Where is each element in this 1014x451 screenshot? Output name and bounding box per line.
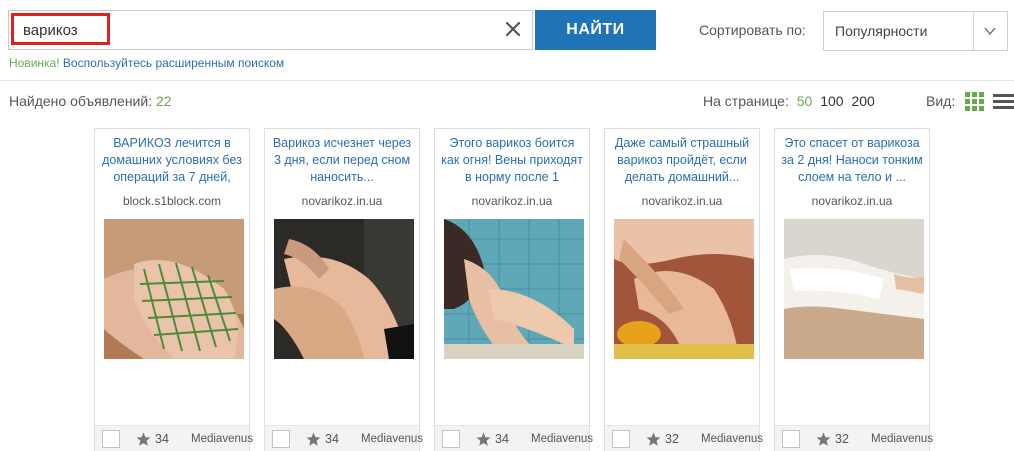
ad-card-domain: novarikoz.in.ua bbox=[301, 194, 383, 208]
sort-selected-value: Популярности bbox=[835, 23, 928, 39]
ad-card: Варикоз исчезнет через 3 дня, если перед… bbox=[264, 128, 423, 451]
chevron-down-icon[interactable] bbox=[983, 25, 997, 37]
grid-view-icon[interactable] bbox=[965, 92, 984, 111]
ad-card-title[interactable]: Это спасет от варикоза за 2 дня! Наноси … bbox=[779, 135, 925, 186]
per-page-option-200[interactable]: 200 bbox=[851, 93, 874, 109]
ad-card-checkbox[interactable] bbox=[782, 430, 800, 448]
ad-card-footer: 34 Mediavenus bbox=[435, 425, 593, 451]
view-label: Вид: bbox=[926, 93, 956, 109]
ad-card-rating: 34 bbox=[155, 432, 169, 446]
per-page-option-100[interactable]: 100 bbox=[820, 93, 843, 109]
ad-card-rating: 34 bbox=[325, 432, 339, 446]
results-count-value: 22 bbox=[155, 93, 172, 109]
search-box bbox=[8, 10, 533, 50]
sort-select[interactable]: Популярности bbox=[823, 11, 1008, 51]
per-page-option-50[interactable]: 50 bbox=[797, 93, 813, 109]
divider bbox=[0, 80, 1014, 81]
ad-card-rating: 32 bbox=[665, 432, 679, 446]
list-view-icon[interactable] bbox=[993, 94, 1014, 110]
sort-divider bbox=[973, 12, 974, 50]
ad-card-author: Mediavenus bbox=[871, 433, 934, 445]
clear-icon[interactable] bbox=[504, 20, 522, 38]
star-icon[interactable] bbox=[646, 432, 661, 447]
ad-card-author: Mediavenus bbox=[701, 433, 764, 445]
ad-card: Это спасет от варикоза за 2 дня! Наноси … bbox=[774, 128, 933, 451]
ad-card-author: Mediavenus bbox=[361, 433, 424, 445]
ad-card: ВАРИКОЗ лечится в домашних условиях без … bbox=[94, 128, 253, 451]
ad-card-author: Mediavenus bbox=[191, 433, 254, 445]
ad-card-image[interactable] bbox=[104, 219, 244, 359]
ad-card-domain: novarikoz.in.ua bbox=[641, 194, 723, 208]
ad-card-footer: 34 Mediavenus bbox=[95, 425, 253, 451]
ad-card-title[interactable]: ВАРИКОЗ лечится в домашних условиях без … bbox=[99, 135, 245, 186]
ad-card-footer: 32 Mediavenus bbox=[605, 425, 763, 451]
ad-card-image[interactable] bbox=[444, 219, 584, 359]
ad-card-title[interactable]: Даже самый страшный варикоз пройдёт, есл… bbox=[609, 135, 755, 186]
ad-card-checkbox[interactable] bbox=[102, 430, 120, 448]
ad-card-title[interactable]: Этого варикоз боится как огня! Вены прих… bbox=[439, 135, 585, 186]
ad-card-domain: block.s1block.com bbox=[122, 194, 222, 208]
star-icon[interactable] bbox=[306, 432, 321, 447]
star-icon[interactable] bbox=[476, 432, 491, 447]
ad-card-rating: 32 bbox=[835, 432, 849, 446]
ad-card: Этого варикоз боится как огня! Вены прих… bbox=[434, 128, 593, 451]
ad-card-rating: 34 bbox=[495, 432, 509, 446]
ad-card-image[interactable] bbox=[614, 219, 754, 359]
sort-label: Сортировать по: bbox=[699, 22, 806, 38]
star-icon[interactable] bbox=[816, 432, 831, 447]
advanced-search-link[interactable]: Воспользуйтесь расширенным поиском bbox=[63, 56, 284, 70]
results-count-label: Найдено объявлений: bbox=[9, 93, 153, 109]
ad-card-image[interactable] bbox=[784, 219, 924, 359]
star-icon[interactable] bbox=[136, 432, 151, 447]
ad-card-domain: novarikoz.in.ua bbox=[811, 194, 893, 208]
per-page-label: На странице: bbox=[703, 93, 789, 109]
advanced-search-line: Новинка! Воспользуйтесь расширенным поис… bbox=[9, 56, 284, 70]
per-page-selector: На странице: 50 100 200 bbox=[703, 93, 875, 109]
new-badge: Новинка! bbox=[9, 56, 60, 70]
ad-card-image[interactable] bbox=[274, 219, 414, 359]
ad-card-footer: 34 Mediavenus bbox=[265, 425, 423, 451]
ad-card: Даже самый страшный варикоз пройдёт, есл… bbox=[604, 128, 763, 451]
search-input[interactable] bbox=[23, 19, 493, 41]
ad-card-title[interactable]: Варикоз исчезнет через 3 дня, если перед… bbox=[269, 135, 415, 186]
ad-card-domain: novarikoz.in.ua bbox=[471, 194, 553, 208]
ad-card-author: Mediavenus bbox=[531, 433, 594, 445]
ad-card-checkbox[interactable] bbox=[442, 430, 460, 448]
ad-card-checkbox[interactable] bbox=[272, 430, 290, 448]
search-button[interactable]: НАЙТИ bbox=[535, 10, 656, 50]
ad-card-checkbox[interactable] bbox=[612, 430, 630, 448]
results-count: Найдено объявлений: 22 bbox=[9, 93, 172, 109]
ad-card-footer: 32 Mediavenus bbox=[775, 425, 933, 451]
